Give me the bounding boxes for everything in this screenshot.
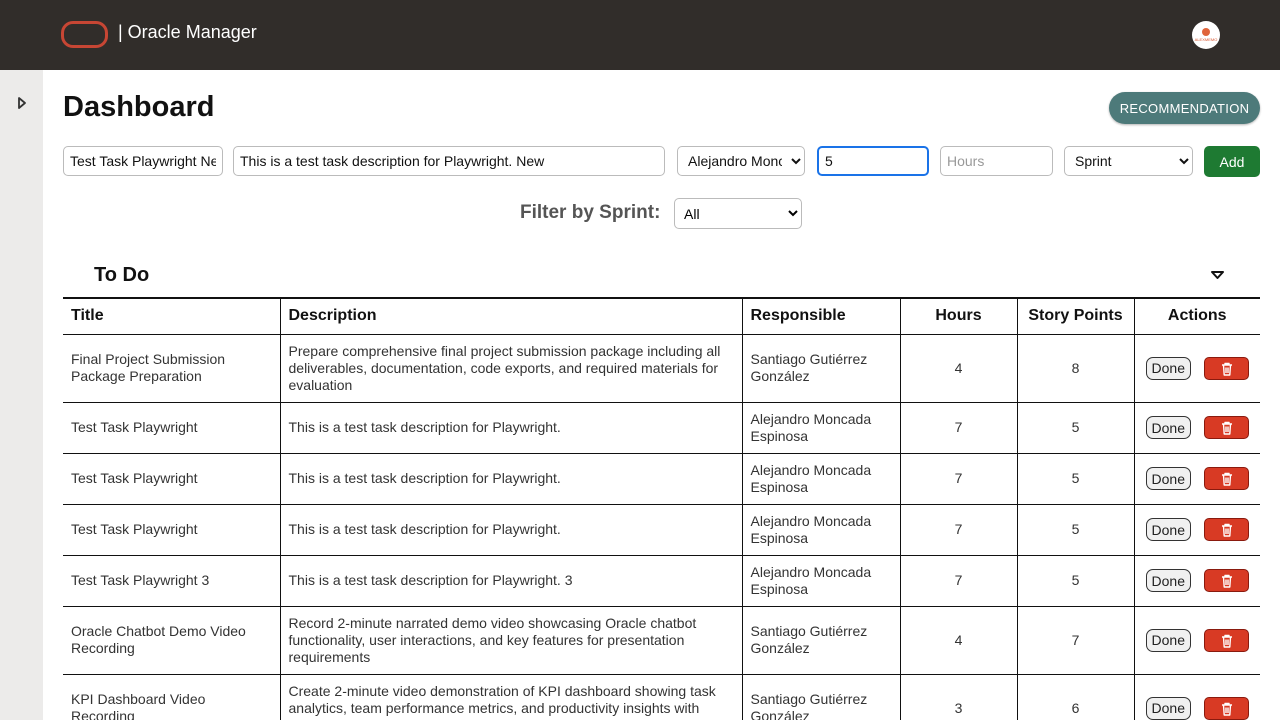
task-actions-cell: Done — [1133, 334, 1260, 403]
task-title-cell: Oracle Chatbot Demo Video Recording — [63, 606, 280, 675]
todo-task-table: Title Description Responsible Hours Stor… — [63, 297, 1260, 720]
table-header-row: Title Description Responsible Hours Stor… — [63, 297, 1260, 335]
column-header-story-points: Story Points — [1016, 297, 1134, 335]
task-responsible-cell: Santiago Gutiérrez González — [741, 334, 900, 403]
task-description-cell: Prepare comprehensive final project subm… — [279, 334, 742, 403]
task-title-cell: Test Task Playwright — [63, 504, 280, 556]
oracle-logo[interactable] — [61, 21, 108, 48]
column-header-description: Description — [279, 297, 742, 335]
sidebar — [0, 70, 43, 720]
done-button[interactable]: Done — [1145, 356, 1191, 380]
top-navigation-bar: | Oracle Manager ALEXMEMO — [0, 0, 1280, 70]
task-story-points-cell: 8 — [1016, 334, 1134, 403]
done-button[interactable]: Done — [1145, 467, 1191, 490]
column-header-actions: Actions — [1133, 297, 1260, 335]
delete-button[interactable] — [1203, 696, 1249, 720]
delete-button[interactable] — [1203, 356, 1249, 380]
table-row: Test Task Playwright 3 This is a test tas… — [63, 555, 1260, 607]
task-hours-cell: 4 — [899, 334, 1017, 403]
delete-button[interactable] — [1203, 628, 1249, 652]
task-actions-cell: Done — [1133, 402, 1260, 454]
task-title-cell: Test Task Playwright — [63, 453, 280, 505]
task-responsible-cell: Alejandro Moncada Espinosa — [741, 504, 900, 556]
sidebar-expand-icon[interactable] — [16, 96, 28, 110]
trash-icon — [1221, 702, 1232, 716]
table-row: Final Project Submission Package Prepara… — [63, 334, 1260, 403]
task-description-cell: This is a test task description for Play… — [279, 402, 742, 454]
task-actions-cell: Done — [1133, 606, 1260, 675]
trash-icon — [1221, 523, 1232, 537]
task-responsible-cell: Santiago Gutiérrez González — [741, 674, 900, 720]
add-task-button[interactable]: Add — [1204, 146, 1260, 177]
delete-button[interactable] — [1203, 416, 1249, 439]
delete-button[interactable] — [1203, 569, 1249, 592]
done-button[interactable]: Done — [1145, 628, 1191, 652]
task-responsible-cell: Alejandro Moncada Espinosa — [741, 453, 900, 505]
responsible-select[interactable]: Alejandro Moncada Espinosa — [677, 146, 805, 176]
task-actions-cell: Done — [1133, 674, 1260, 720]
done-button[interactable]: Done — [1145, 569, 1191, 592]
table-row: Test Task Playwright This is a test task … — [63, 504, 1260, 556]
recommendation-button[interactable]: RECOMMENDATION — [1109, 92, 1260, 124]
task-hours-cell: 7 — [899, 555, 1017, 607]
sprint-filter-select[interactable]: All — [674, 198, 802, 229]
task-story-points-cell: 7 — [1016, 606, 1134, 675]
filter-by-sprint-label: Filter by Sprint: — [520, 202, 661, 223]
trash-icon — [1221, 362, 1232, 376]
task-actions-cell: Done — [1133, 453, 1260, 505]
task-title-cell: Final Project Submission Package Prepara… — [63, 334, 280, 403]
task-title-input[interactable] — [63, 146, 223, 176]
task-hours-cell: 7 — [899, 402, 1017, 454]
column-header-title: Title — [63, 297, 280, 335]
task-title-cell: KPI Dashboard Video Recording — [63, 674, 280, 720]
task-description-cell: Create 2-minute video demonstration of K… — [279, 674, 742, 720]
task-hours-cell: 7 — [899, 453, 1017, 505]
trash-icon — [1221, 472, 1232, 486]
todo-section-title: To Do — [94, 264, 150, 286]
trash-icon — [1221, 574, 1232, 588]
task-story-points-cell: 5 — [1016, 504, 1134, 556]
column-header-hours: Hours — [899, 297, 1017, 335]
task-story-points-cell: 5 — [1016, 402, 1134, 454]
sprint-select[interactable]: Sprint — [1064, 146, 1193, 176]
task-description-cell: This is a test task description for Play… — [279, 453, 742, 505]
avatar-logo-text: ALEXMEMO — [1194, 37, 1218, 42]
collapse-section-icon[interactable] — [1210, 267, 1225, 279]
page-title: Dashboard — [63, 91, 215, 123]
done-button[interactable]: Done — [1145, 416, 1191, 439]
task-responsible-cell: Alejandro Moncada Espinosa — [741, 402, 900, 454]
task-hours-cell: 7 — [899, 504, 1017, 556]
task-description-cell: This is a test task description for Play… — [279, 555, 742, 607]
task-title-cell: Test Task Playwright 3 — [63, 555, 280, 607]
column-header-responsible: Responsible — [741, 297, 900, 335]
task-story-points-cell: 6 — [1016, 674, 1134, 720]
table-row: Oracle Chatbot Demo Video Recording Recor… — [63, 606, 1260, 675]
avatar-emblem-icon — [1202, 28, 1210, 36]
task-description-cell: This is a test task description for Play… — [279, 504, 742, 556]
task-story-points-cell: 5 — [1016, 453, 1134, 505]
task-description-input[interactable] — [233, 146, 665, 176]
table-row: Test Task Playwright This is a test task … — [63, 402, 1260, 454]
task-hours-cell: 3 — [899, 674, 1017, 720]
table-row: Test Task Playwright This is a test task … — [63, 453, 1260, 505]
trash-icon — [1221, 421, 1232, 435]
story-points-input[interactable] — [817, 146, 929, 176]
task-story-points-cell: 5 — [1016, 555, 1134, 607]
table-row: KPI Dashboard Video Recording Create 2-mi… — [63, 674, 1260, 720]
trash-icon — [1221, 634, 1232, 648]
app-title: | Oracle Manager — [118, 22, 257, 42]
task-hours-cell: 4 — [899, 606, 1017, 675]
done-button[interactable]: Done — [1145, 518, 1191, 541]
delete-button[interactable] — [1203, 467, 1249, 490]
task-actions-cell: Done — [1133, 555, 1260, 607]
done-button[interactable]: Done — [1145, 696, 1191, 720]
user-avatar[interactable]: ALEXMEMO — [1192, 21, 1220, 49]
hours-input[interactable] — [940, 146, 1053, 176]
task-actions-cell: Done — [1133, 504, 1260, 556]
delete-button[interactable] — [1203, 518, 1249, 541]
task-description-cell: Record 2-minute narrated demo video show… — [279, 606, 742, 675]
task-responsible-cell: Santiago Gutiérrez González — [741, 606, 900, 675]
task-responsible-cell: Alejandro Moncada Espinosa — [741, 555, 900, 607]
task-title-cell: Test Task Playwright — [63, 402, 280, 454]
